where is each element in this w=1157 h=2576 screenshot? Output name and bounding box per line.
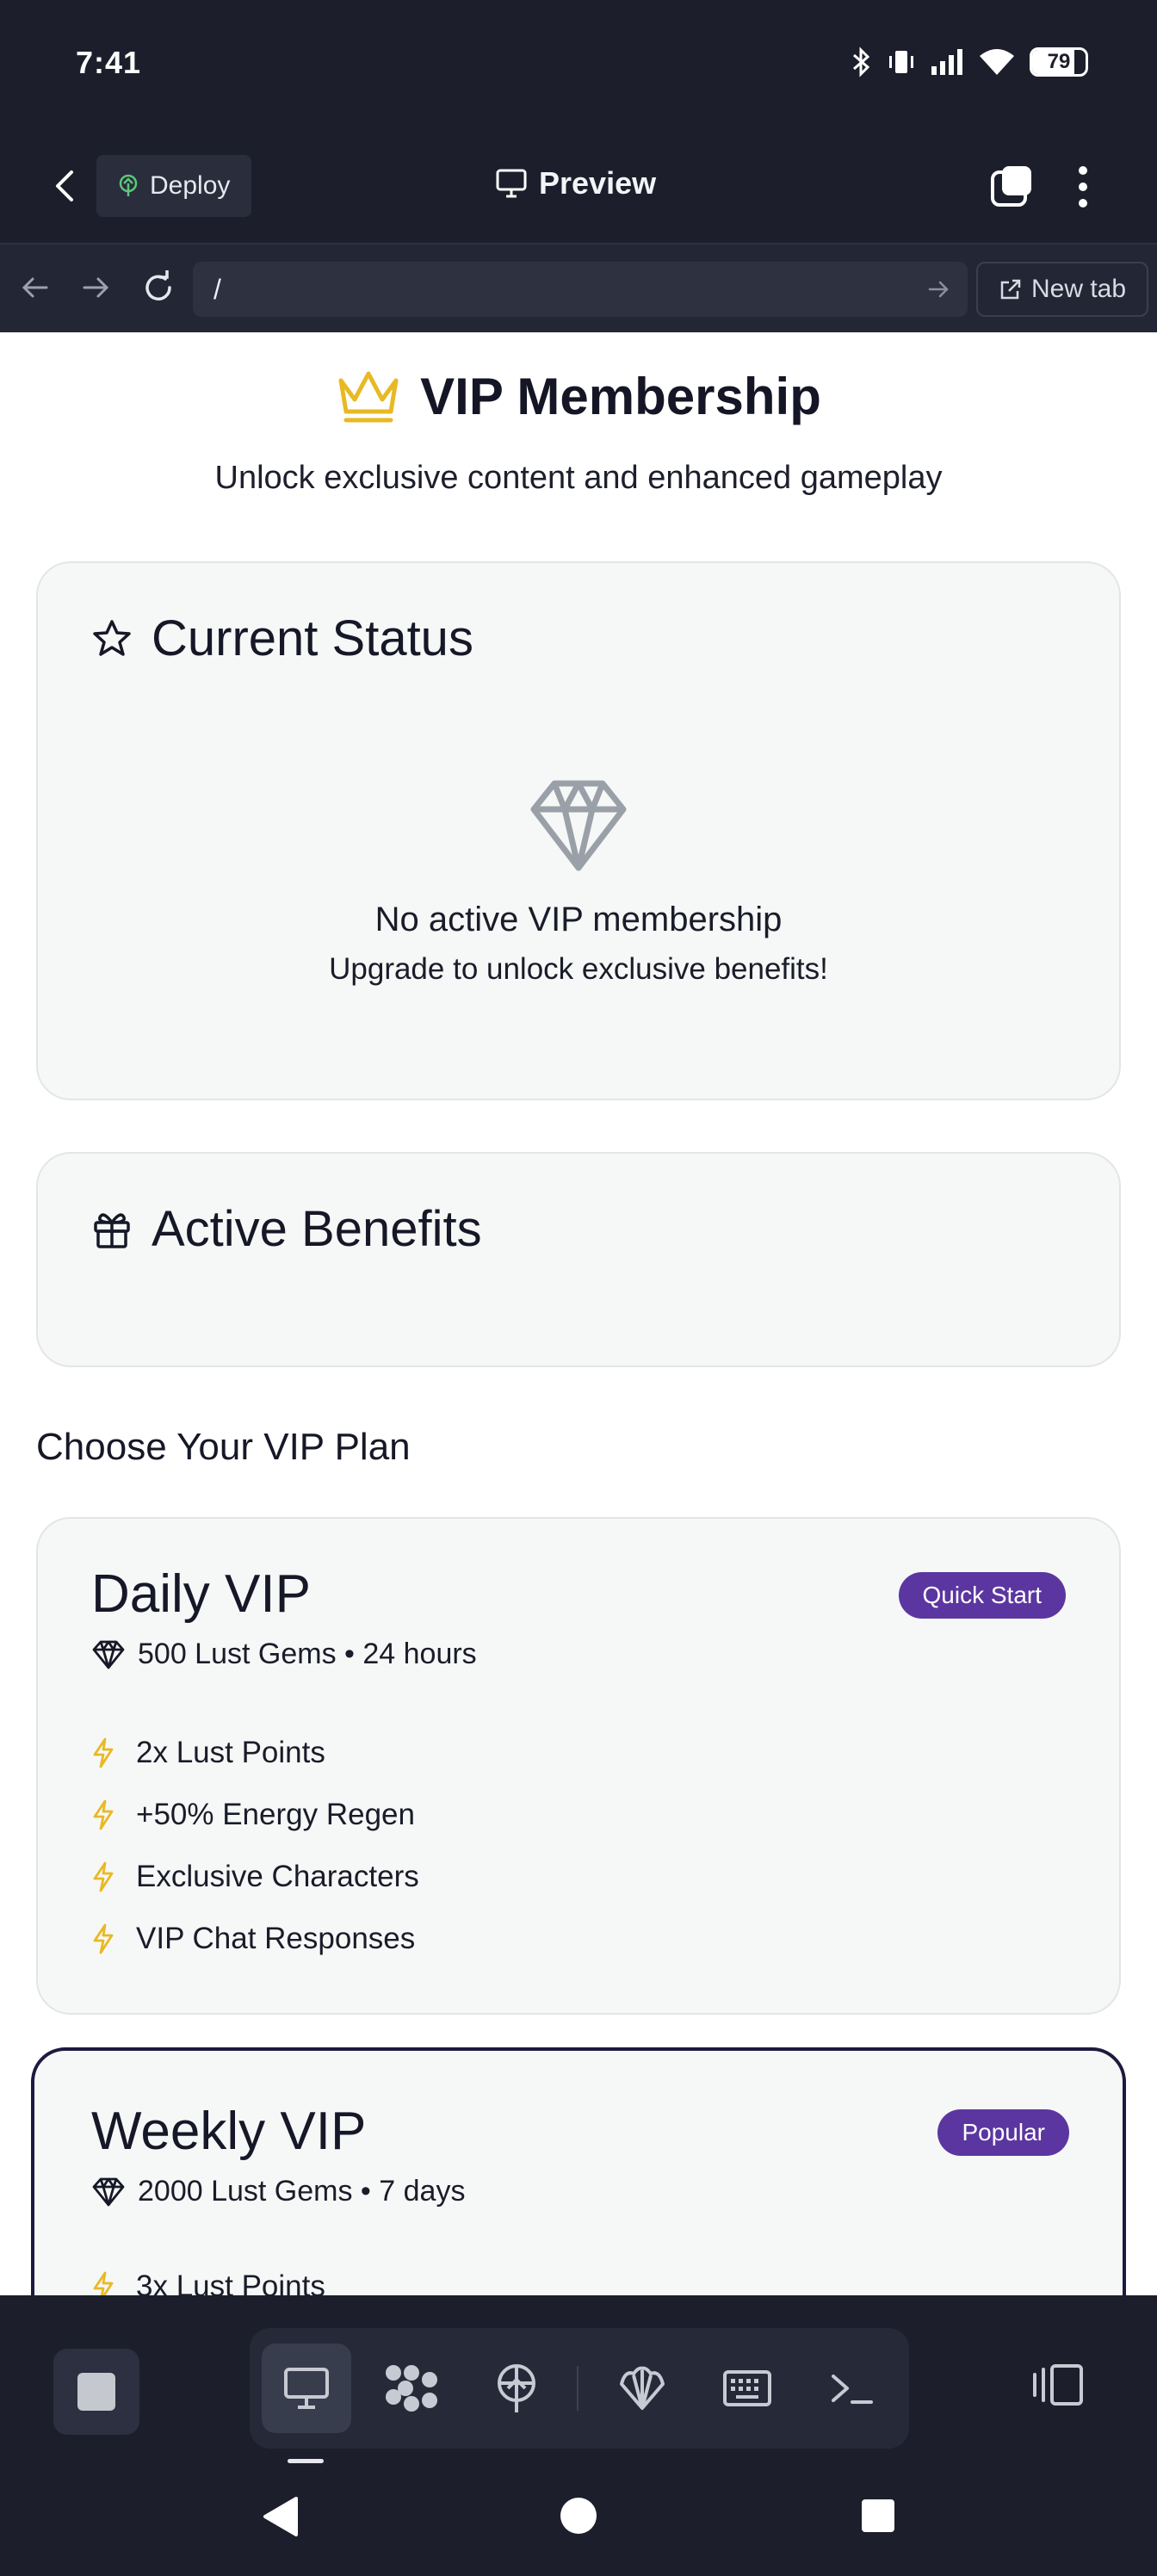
bluetooth-icon [851,46,873,77]
deployment-icon [498,2364,535,2412]
keyboard-icon [723,2370,771,2406]
bolt-icon [91,1799,115,1830]
shell-icon [620,2366,665,2410]
stop-icon [77,2373,115,2411]
preview-label: Preview [539,165,657,201]
plan-feature-text: +50% Energy Regen [136,1798,415,1831]
gift-icon [91,1209,133,1250]
go-arrow-icon[interactable] [926,274,950,305]
tool-group [250,2328,909,2449]
new-tab-label: New tab [1030,275,1127,303]
wifi-icon [978,47,1016,77]
agent-icon [386,2365,437,2412]
plan-badge: Quick Start [898,1572,1066,1619]
no-vip-submessage: Upgrade to unlock exclusive benefits! [329,952,828,986]
url-path: / [213,274,221,305]
current-status-heading-text: Current Status [152,610,473,666]
back-button[interactable] [43,162,86,210]
current-status-heading: Current Status [91,610,473,667]
shell-tool-button[interactable] [597,2344,687,2433]
plan-badge: Popular [937,2109,1069,2156]
bottom-toolbar [0,2295,1157,2468]
nav-home-icon[interactable] [560,2497,597,2535]
plan-feature-text: 3x Lust Points [136,2269,325,2295]
plan-name: Daily VIP [91,1564,311,1624]
preview-title: Preview [496,165,656,201]
deploy-icon [117,174,139,198]
plan-feature-text: 2x Lust Points [136,1736,325,1769]
status-icons: 79 [851,46,1088,77]
status-bar: 7:41 79 [0,0,1157,129]
plan-feature-text: VIP Chat Responses [136,1922,416,1955]
monitor-icon [496,169,527,198]
deploy-button[interactable]: Deploy [96,155,251,217]
plan-price-text: 500 Lust Gems • 24 hours [138,1638,477,1670]
active-tab-indicator [288,2459,324,2463]
crown-icon [336,368,401,425]
monitor-icon [284,2368,329,2409]
page-title: VIP Membership [0,367,1157,426]
agent-tool-button[interactable] [367,2344,456,2433]
plan-price-text: 2000 Lust Gems • 7 days [138,2175,466,2208]
no-vip-message: No active VIP membership [374,901,783,938]
deploy-tool-button[interactable] [472,2344,561,2433]
active-benefits-heading: Active Benefits [91,1200,482,1258]
plans-heading: Choose Your VIP Plan [36,1426,411,1468]
status-time: 7:41 [76,45,142,80]
plan-price: 2000 Lust Gems • 7 days [91,2175,465,2208]
preview-tool-button[interactable] [262,2344,351,2433]
bolt-icon [91,1923,115,1954]
nav-back-icon[interactable] [260,2495,300,2538]
split-layout-icon[interactable] [1030,2362,1085,2407]
plan-feature-text: Exclusive Characters [136,1860,419,1893]
page-content: VIP Membership Unlock exclusive content … [0,332,1157,2295]
plan-name: Weekly VIP [91,2102,367,2161]
page-subtitle: Unlock exclusive content and enhanced ga… [214,460,943,496]
arrow-right-icon[interactable] [81,270,112,305]
tool-divider [577,2366,578,2411]
keyboard-tool-button[interactable] [702,2344,792,2433]
active-benefits-heading-text: Active Benefits [152,1201,482,1257]
diamond-icon [38,778,1119,873]
new-tab-button[interactable]: New tab [976,262,1148,317]
bolt-icon [91,2271,115,2295]
nav-recents-icon[interactable] [861,2499,895,2533]
plan-feature: VIP Chat Responses [91,1922,415,1956]
arrow-left-icon[interactable] [19,270,50,305]
plan-price: 500 Lust Gems • 24 hours [91,1638,477,1671]
more-options-icon[interactable] [1076,165,1090,208]
plan-feature: Exclusive Characters [91,1860,419,1894]
battery-level: 79 [1047,50,1071,73]
battery-icon: 79 [1030,47,1088,77]
stop-button[interactable] [53,2349,139,2435]
console-tool-button[interactable] [807,2344,897,2433]
star-icon [91,618,133,659]
bolt-icon [91,1737,115,1768]
page-title-text: VIP Membership [420,368,821,425]
url-input[interactable]: / [193,262,968,317]
plan-card-weekly[interactable]: Weekly VIP Popular 2000 Lust Gems • 7 da… [31,2047,1126,2295]
browser-url-bar: / New tab [0,243,1157,332]
plan-feature: +50% Energy Regen [91,1798,415,1832]
signal-icon [930,47,964,77]
deploy-label: Deploy [150,171,231,200]
tabs-icon[interactable] [990,164,1035,208]
terminal-icon [832,2375,873,2404]
gem-icon [91,1639,126,1670]
current-status-card: Current Status No active VIP membership … [36,561,1121,1100]
plan-feature: 2x Lust Points [91,1736,325,1770]
system-navigation-bar [0,2468,1157,2576]
gem-icon [91,2177,126,2208]
vibrate-icon [887,47,916,77]
external-link-icon [999,277,1023,301]
plan-feature: 3x Lust Points [91,2269,325,2295]
chevron-left-icon [56,170,73,201]
app-header: Deploy Preview [0,129,1157,243]
bolt-icon [91,1861,115,1892]
active-benefits-card: Active Benefits [36,1152,1121,1367]
reload-icon[interactable] [141,270,176,305]
plan-card-daily[interactable]: Daily VIP Quick Start 500 Lust Gems • 24… [36,1517,1121,2015]
